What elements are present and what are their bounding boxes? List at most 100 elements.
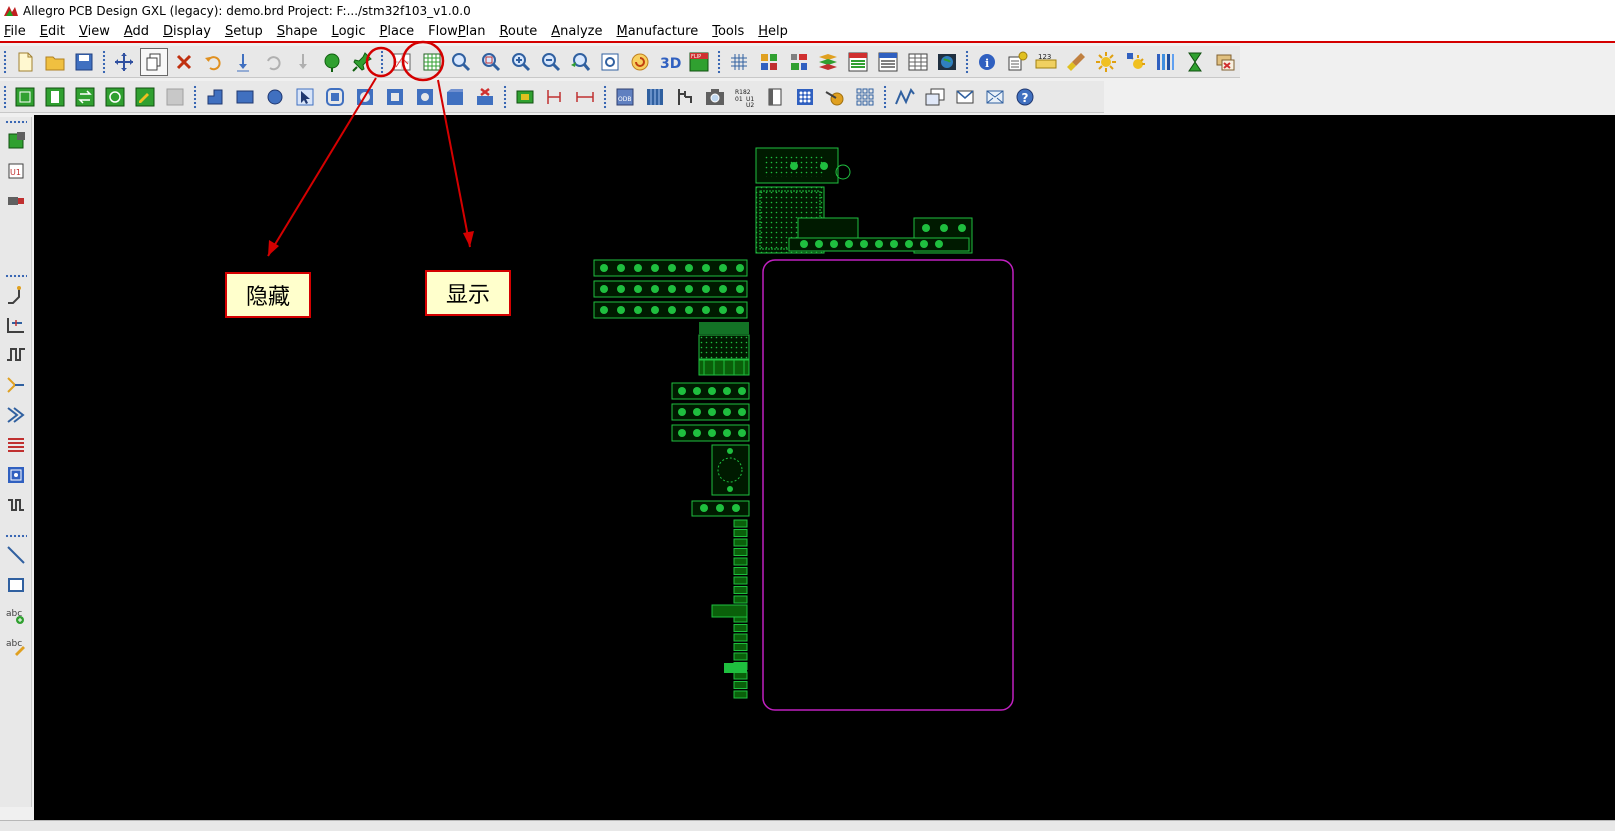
tuning-icon[interactable]: [671, 83, 699, 111]
dimension-linear-icon[interactable]: [571, 83, 599, 111]
shape-circle-icon[interactable]: [261, 83, 289, 111]
palette-grip[interactable]: [5, 274, 27, 278]
pin-icon[interactable]: [348, 48, 376, 76]
zoom-out-icon[interactable]: [537, 48, 565, 76]
menu-manufacture[interactable]: Manufacture: [616, 24, 698, 39]
undo-icon[interactable]: [199, 48, 227, 76]
toolbar-grip[interactable]: [603, 84, 607, 109]
dimension-icon[interactable]: [541, 83, 569, 111]
edit-text-icon[interactable]: abc: [2, 631, 30, 659]
place-manual-icon[interactable]: [11, 83, 39, 111]
toolbar-grip[interactable]: [503, 84, 507, 109]
dfa-icon[interactable]: [874, 48, 902, 76]
ratsnest-icon[interactable]: [318, 48, 346, 76]
copy-icon[interactable]: [139, 47, 168, 76]
shadow-mode-icon[interactable]: [1092, 48, 1120, 76]
mail-icon[interactable]: [981, 83, 1009, 111]
color-bars-icon[interactable]: [1152, 48, 1180, 76]
grid-icon[interactable]: [725, 48, 753, 76]
color-dialog-icon[interactable]: [755, 48, 783, 76]
spreadsheet-icon[interactable]: [904, 48, 932, 76]
measure-icon[interactable]: [1003, 48, 1031, 76]
menu-route[interactable]: Route: [499, 24, 537, 39]
menu-tools[interactable]: Tools: [712, 24, 744, 39]
shape-rect-icon[interactable]: [231, 83, 259, 111]
merge-shape-icon[interactable]: [321, 83, 349, 111]
void-rect-icon[interactable]: [381, 83, 409, 111]
open-folder-icon[interactable]: [41, 48, 69, 76]
menu-flowplan[interactable]: FlowPlan: [428, 24, 485, 39]
zoom-previous-icon[interactable]: [566, 48, 594, 76]
brush-icon[interactable]: [1062, 48, 1090, 76]
add-text-icon[interactable]: abc: [2, 601, 30, 629]
new-file-icon[interactable]: [11, 48, 39, 76]
array-icon[interactable]: [791, 83, 819, 111]
auto-route-icon[interactable]: [2, 461, 30, 489]
zoom-in-icon[interactable]: [507, 48, 535, 76]
menu-place[interactable]: Place: [380, 24, 415, 39]
testpoint-icon[interactable]: [511, 83, 539, 111]
route-timing-icon[interactable]: [2, 491, 30, 519]
envelope-icon[interactable]: [951, 83, 979, 111]
toolbar-grip[interactable]: [379, 49, 384, 74]
component-icon[interactable]: [2, 127, 30, 155]
delete-island-icon[interactable]: [471, 83, 499, 111]
camera-icon[interactable]: [701, 83, 729, 111]
toolbar-grip[interactable]: [3, 49, 7, 74]
void-circle-icon[interactable]: [411, 83, 439, 111]
toolbar-grip[interactable]: [102, 49, 107, 74]
menu-shape[interactable]: Shape: [277, 24, 318, 39]
add-connect-icon[interactable]: [2, 281, 30, 309]
help-icon[interactable]: ?: [1011, 83, 1039, 111]
zoom-fit-icon[interactable]: [447, 48, 475, 76]
menu-analyze[interactable]: Analyze: [551, 24, 602, 39]
delete-icon[interactable]: [170, 48, 198, 76]
odb-export-icon[interactable]: ODB: [611, 83, 639, 111]
multiwindow-icon[interactable]: [921, 83, 949, 111]
unrats-icon[interactable]: [1211, 48, 1239, 76]
curve-icon[interactable]: [891, 83, 919, 111]
shape-void-icon[interactable]: [351, 83, 379, 111]
menu-view[interactable]: View: [79, 24, 110, 39]
menu-file[interactable]: File: [4, 24, 26, 39]
matrix-icon[interactable]: [851, 83, 879, 111]
redo-disabled-icon[interactable]: [289, 48, 317, 76]
redo-icon[interactable]: [229, 48, 257, 76]
zoom-in-area-icon[interactable]: [477, 48, 505, 76]
add-rect-icon[interactable]: [2, 571, 30, 599]
menu-logic[interactable]: Logic: [332, 24, 366, 39]
redraw-icon[interactable]: [626, 48, 654, 76]
toolbar-grip[interactable]: [717, 49, 722, 74]
move-icon[interactable]: [110, 48, 138, 76]
quickplace-icon[interactable]: [41, 83, 69, 111]
toolbar-grip[interactable]: [883, 84, 887, 109]
stackup-icon[interactable]: [814, 48, 842, 76]
zoom-world-icon[interactable]: [596, 48, 624, 76]
via-icon[interactable]: [641, 83, 669, 111]
menu-help[interactable]: Help: [758, 24, 788, 39]
slide-icon[interactable]: [2, 311, 30, 339]
edit-boundary-icon[interactable]: [441, 83, 469, 111]
pcb-canvas[interactable]: [34, 115, 1615, 820]
swap-icon[interactable]: [71, 83, 99, 111]
shape-polygon-icon[interactable]: [201, 83, 229, 111]
label-icon[interactable]: [761, 83, 789, 111]
3d-view-icon[interactable]: 3D: [656, 48, 684, 76]
world-icon[interactable]: [933, 48, 961, 76]
place-replicate-icon[interactable]: [101, 83, 129, 111]
highlight-icon[interactable]: [1122, 48, 1150, 76]
undo-disabled-icon[interactable]: [259, 48, 287, 76]
select-shape-icon[interactable]: [291, 83, 319, 111]
toolbar-grip[interactable]: [193, 84, 197, 109]
menu-edit[interactable]: Edit: [40, 24, 65, 39]
custom-smooth-icon[interactable]: [2, 371, 30, 399]
palette-grip[interactable]: [5, 534, 27, 538]
bus-route-icon[interactable]: [2, 431, 30, 459]
menu-setup[interactable]: Setup: [225, 24, 263, 39]
hourglass-icon[interactable]: [1181, 48, 1209, 76]
flip-board-icon[interactable]: FLIP: [685, 48, 713, 76]
u1-part-icon[interactable]: U1: [2, 157, 30, 185]
place-edit-icon[interactable]: [131, 83, 159, 111]
cm-icon[interactable]: [844, 48, 872, 76]
save-icon[interactable]: [70, 48, 98, 76]
